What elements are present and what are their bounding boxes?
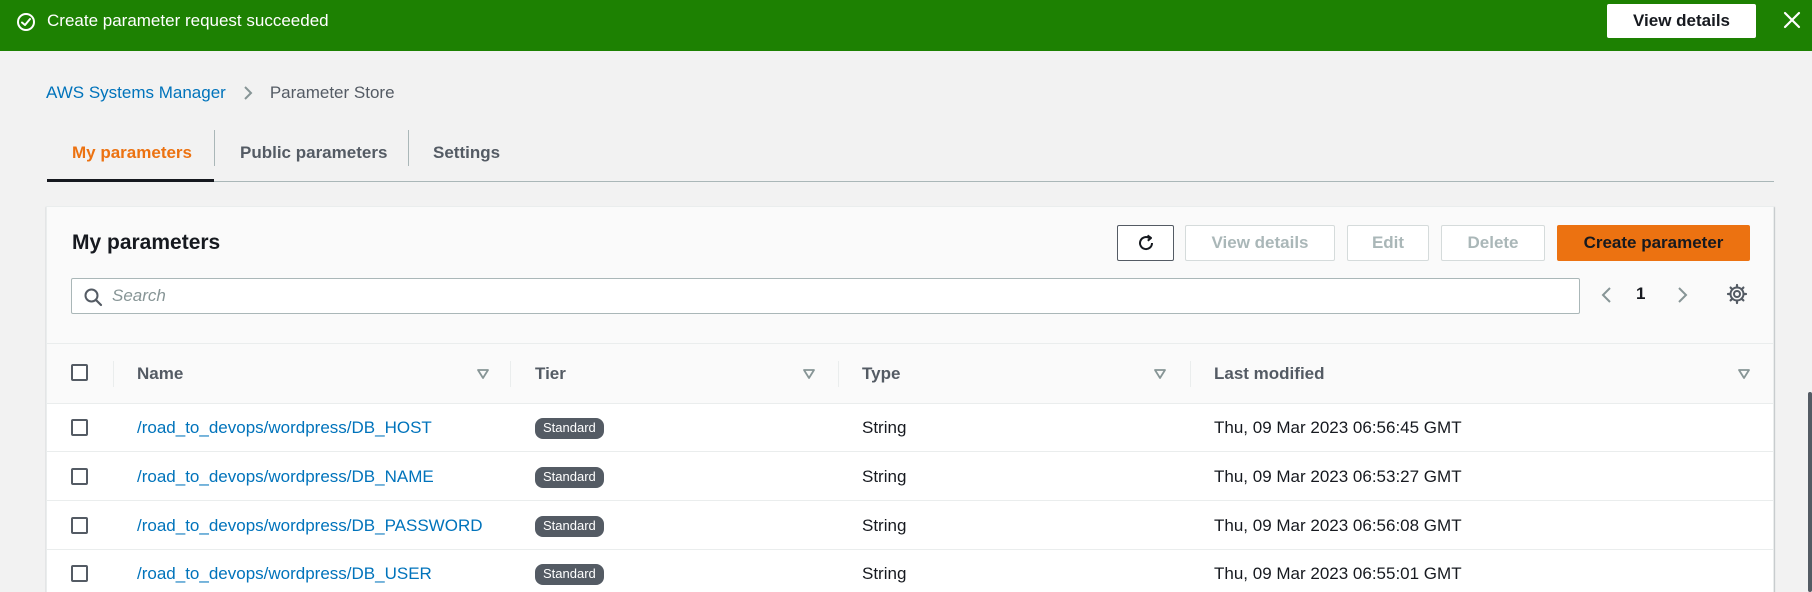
- create-parameter-button[interactable]: Create parameter: [1557, 225, 1750, 261]
- column-divider: [838, 361, 839, 387]
- refresh-icon: [1135, 232, 1157, 254]
- tier-badge: Standard: [535, 515, 604, 537]
- edit-button[interactable]: Edit: [1347, 225, 1429, 261]
- parameters-panel: My parameters View details Edit Delete C…: [46, 206, 1774, 592]
- sort-icon[interactable]: [801, 366, 817, 382]
- search-input[interactable]: [112, 279, 1572, 313]
- parameter-type: String: [862, 564, 907, 583]
- parameter-name-link[interactable]: /road_to_devops/wordpress/DB_HOST: [137, 418, 432, 438]
- chevron-right-icon: [238, 83, 258, 103]
- table-row[interactable]: /road_to_devops/wordpress/DB_HOST Standa…: [47, 404, 1773, 452]
- tab-bar: My parameters Public parameters Settings: [47, 124, 1774, 182]
- column-divider: [1190, 361, 1191, 387]
- delete-button[interactable]: Delete: [1441, 225, 1545, 261]
- tier-badge: Standard: [535, 563, 604, 585]
- breadcrumb-current: Parameter Store: [269, 83, 395, 102]
- close-icon[interactable]: [1781, 9, 1803, 31]
- chevron-right-icon[interactable]: [1672, 285, 1692, 305]
- sort-icon[interactable]: [1152, 366, 1168, 382]
- column-header-type[interactable]: Type: [862, 344, 900, 404]
- breadcrumb-systems-manager-link[interactable]: AWS Systems Manager: [46, 83, 226, 103]
- parameter-type: String: [862, 516, 907, 535]
- check-circle-icon: [16, 12, 36, 32]
- success-flash-banner: Create parameter request succeeded View …: [0, 0, 1812, 51]
- active-tab-indicator: [47, 179, 214, 182]
- panel-title: My parameters: [72, 231, 221, 254]
- row-checkbox[interactable]: [71, 517, 88, 534]
- current-page-number[interactable]: 1: [1636, 284, 1645, 304]
- table-row[interactable]: /road_to_devops/wordpress/DB_USER Standa…: [47, 550, 1773, 592]
- gear-icon[interactable]: [1726, 283, 1748, 305]
- tab-divider: [214, 130, 215, 166]
- tier-badge: Standard: [535, 466, 604, 488]
- table-header: Name Tier Type Last modified: [47, 344, 1773, 404]
- row-checkbox[interactable]: [71, 468, 88, 485]
- tier-badge: Standard: [535, 417, 604, 439]
- breadcrumb: AWS Systems Manager Parameter Store: [46, 82, 395, 104]
- table-row[interactable]: /road_to_devops/wordpress/DB_NAME Standa…: [47, 453, 1773, 501]
- column-header-tier[interactable]: Tier: [535, 344, 566, 404]
- chevron-left-icon[interactable]: [1597, 285, 1617, 305]
- view-details-button[interactable]: View details: [1185, 225, 1335, 261]
- last-modified: Thu, 09 Mar 2023 06:53:27 GMT: [1214, 467, 1462, 486]
- flash-message: Create parameter request succeeded: [47, 11, 329, 30]
- column-divider: [113, 361, 114, 387]
- tab-public-parameters[interactable]: Public parameters: [240, 124, 387, 182]
- parameter-name-link[interactable]: /road_to_devops/wordpress/DB_PASSWORD: [137, 516, 483, 536]
- search-icon: [83, 287, 103, 307]
- parameter-type: String: [862, 418, 907, 437]
- row-checkbox[interactable]: [71, 419, 88, 436]
- parameter-name-link[interactable]: /road_to_devops/wordpress/DB_NAME: [137, 467, 434, 487]
- refresh-button[interactable]: [1117, 225, 1174, 261]
- flash-view-details-button[interactable]: View details: [1607, 4, 1756, 38]
- last-modified: Thu, 09 Mar 2023 06:56:08 GMT: [1214, 516, 1462, 535]
- page-scrollbar[interactable]: [1808, 392, 1812, 592]
- column-header-last-modified[interactable]: Last modified: [1214, 344, 1325, 404]
- sort-icon[interactable]: [475, 366, 491, 382]
- search-box: [71, 278, 1580, 314]
- parameter-name-link[interactable]: /road_to_devops/wordpress/DB_USER: [137, 564, 432, 584]
- panel-header: My parameters View details Edit Delete C…: [47, 207, 1773, 344]
- last-modified: Thu, 09 Mar 2023 06:55:01 GMT: [1214, 564, 1462, 583]
- last-modified: Thu, 09 Mar 2023 06:56:45 GMT: [1214, 418, 1462, 437]
- row-checkbox[interactable]: [71, 565, 88, 582]
- select-all-checkbox[interactable]: [71, 364, 88, 381]
- parameter-type: String: [862, 467, 907, 486]
- sort-icon[interactable]: [1736, 366, 1752, 382]
- table-row[interactable]: /road_to_devops/wordpress/DB_PASSWORD St…: [47, 502, 1773, 550]
- tab-my-parameters[interactable]: My parameters: [72, 124, 192, 182]
- tab-settings[interactable]: Settings: [433, 124, 500, 182]
- column-header-name[interactable]: Name: [137, 344, 183, 404]
- tab-divider: [408, 130, 409, 166]
- column-divider: [510, 361, 511, 387]
